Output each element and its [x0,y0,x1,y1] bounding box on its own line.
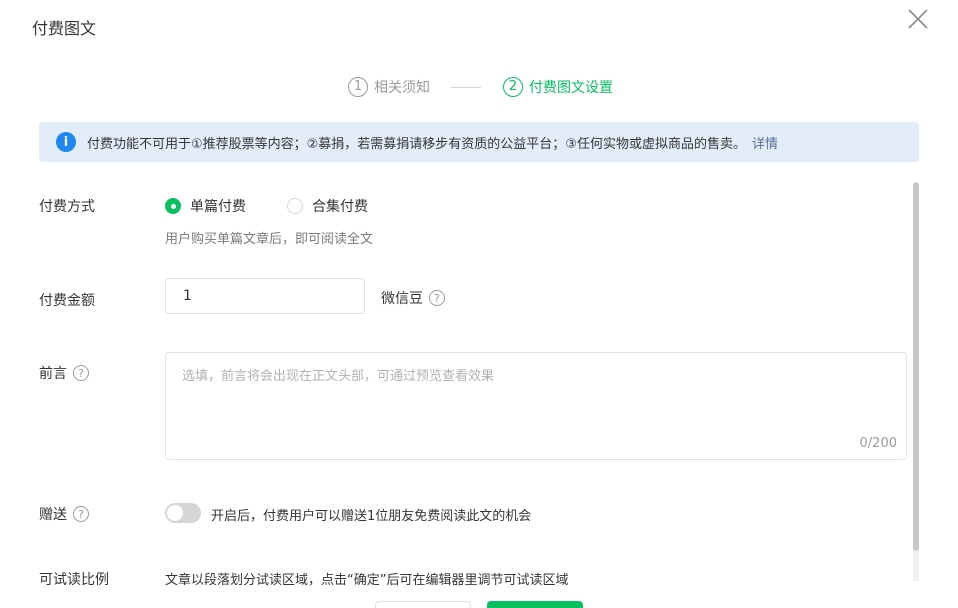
close-icon [908,9,928,29]
notice-details-link[interactable]: 详情 [752,133,778,152]
preface-label: 前言 ? [39,363,89,383]
payment-method-hint: 用户购买单篇文章后，即可阅读全文 [165,232,374,247]
amount-label-text: 付费金额 [39,293,95,309]
amount-input[interactable]: 1 [165,278,365,314]
gift-toggle[interactable] [165,503,201,523]
dialog-title: 付费图文 [32,19,97,38]
scrollbar-thumb[interactable] [913,182,919,551]
question-icon[interactable]: ? [73,506,89,522]
scrollbar-track[interactable] [913,551,919,581]
preface-textarea[interactable]: 选填，前言将会出现在正文头部，可通过预览查看效果 0/200 [165,352,907,460]
confirm-button[interactable] [487,601,583,608]
trial-description: 文章以段落划分试读区域，点击“确定”后可在编辑器里调节可试读区域 [165,573,569,588]
payment-method-label: 付费方式 [39,196,95,216]
gift-description: 开启后，付费用户可以赠送1位朋友免费阅读此文的机会 [211,509,532,524]
radio-single-payment[interactable]: 单篇付费 [165,196,246,216]
step-2-label: 付费图文设置 [529,80,613,96]
close-button[interactable] [902,5,932,35]
radio-checked-icon [165,198,181,214]
preface-placeholder: 选填，前言将会出现在正文头部，可通过预览查看效果 [182,369,495,384]
step-1-label: 相关须知 [374,80,430,96]
question-icon[interactable]: ? [429,290,445,306]
step-2: 2 付费图文设置 [503,77,613,97]
amount-label: 付费金额 [39,290,95,310]
toggle-knob [167,505,183,521]
amount-unit-text: 微信豆 [381,291,423,307]
radio-collection-payment[interactable]: 合集付费 [287,196,368,216]
trial-label: 可试读比例 [39,569,109,589]
gift-label: 赠送 ? [39,504,89,524]
radio-single-payment-label: 单篇付费 [190,199,246,215]
step-connector [451,87,481,88]
payment-method-radio-group: 单篇付费 合集付费 [165,196,409,216]
step-1: 1 相关须知 [348,77,430,97]
notice-banner: i 付费功能不可用于①推荐股票等内容；②募捐，若需募捐请移步有资质的公益平台；③… [39,122,919,162]
notice-text: 付费功能不可用于①推荐股票等内容；②募捐，若需募捐请移步有资质的公益平台；③任何… [87,136,746,152]
trial-label-text: 可试读比例 [39,572,109,588]
amount-unit: 微信豆 ? [381,288,445,308]
radio-collection-payment-label: 合集付费 [312,199,368,215]
radio-unchecked-icon [287,198,303,214]
payment-method-label-text: 付费方式 [39,199,95,215]
question-icon[interactable]: ? [73,365,89,381]
info-icon: i [56,132,76,152]
step-1-number: 1 [348,77,368,97]
step-indicator: 1 相关须知 2 付费图文设置 [0,77,958,99]
preface-label-text: 前言 [39,366,67,382]
preface-char-counter: 0/200 [859,436,897,451]
gift-label-text: 赠送 [39,507,67,523]
cancel-button[interactable] [375,601,471,608]
step-2-number: 2 [503,77,523,97]
